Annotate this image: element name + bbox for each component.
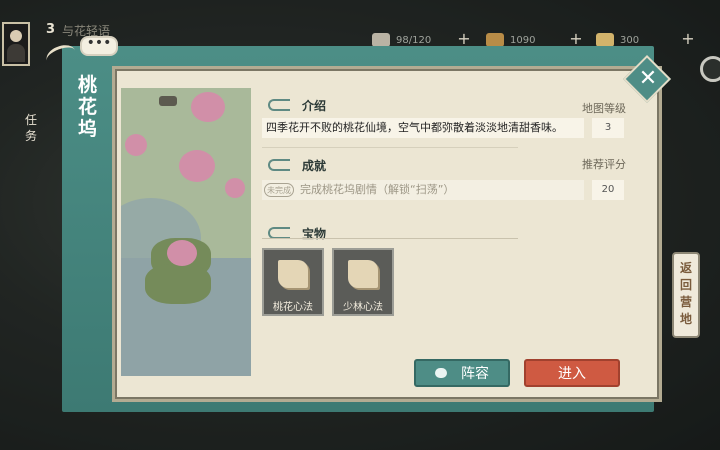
intro-header-label: 介绍	[302, 98, 327, 113]
recommend-score-label: 推荐评分	[582, 158, 626, 171]
resource-value: 1090	[510, 34, 536, 46]
section-ornament-icon	[268, 99, 290, 111]
player-avatar[interactable]	[2, 22, 30, 66]
map-peach-tree	[125, 134, 147, 156]
resource-value: 98/120	[396, 34, 432, 46]
goods-icon	[486, 33, 504, 47]
map-peach-tree	[179, 150, 215, 182]
achievement-row: 完成桃花坞剧情（解锁“扫荡”）	[262, 180, 584, 200]
achievement-header-label: 成就	[302, 158, 327, 173]
intro-section-header: 介绍	[268, 96, 396, 114]
enter-button[interactable]: 进入	[524, 359, 620, 387]
book-icon	[348, 260, 378, 288]
chat-bubble-icon[interactable]: •••	[80, 36, 118, 56]
map-island	[145, 264, 211, 304]
player-level: 3	[46, 22, 56, 37]
divider	[262, 238, 518, 239]
resource-value: 300	[620, 34, 640, 46]
team-icon	[435, 368, 447, 378]
map-level-label: 地图等级	[582, 102, 626, 115]
book-icon	[278, 260, 308, 288]
close-icon[interactable]: ✕	[638, 66, 658, 92]
task-side-char: 任	[24, 113, 37, 127]
treasure-name: 桃花心法	[273, 302, 313, 313]
achievement-section-header: 成就	[268, 156, 396, 174]
silver-icon	[372, 33, 390, 47]
recommend-score-value: 20	[592, 180, 624, 200]
map-level-value: 3	[592, 118, 624, 138]
map-cart	[159, 96, 177, 106]
team-button-label: 阵容	[461, 366, 489, 382]
return-camp-button[interactable]: 返回营地	[672, 252, 700, 338]
divider	[262, 147, 518, 148]
map-peach-tree	[167, 240, 197, 266]
achievement-status-badge: 未完成	[264, 183, 294, 197]
return-camp-label: 返回营地	[680, 261, 693, 326]
map-peach-tree	[225, 178, 245, 198]
add-gold-button[interactable]: +	[680, 31, 696, 48]
gold-icon	[596, 33, 614, 47]
settings-gear-icon[interactable]	[700, 56, 720, 82]
team-lineup-button[interactable]: 阵容	[414, 359, 510, 387]
treasure-card[interactable]: 少林心法	[332, 248, 394, 316]
task-side-button[interactable]: 任 务	[16, 112, 46, 144]
enter-button-label: 进入	[558, 366, 586, 382]
treasure-name: 少林心法	[343, 302, 383, 313]
map-peach-tree	[191, 92, 225, 122]
location-map-image	[121, 88, 251, 376]
location-title: 桃花坞	[78, 74, 98, 140]
treasure-section-header: 宝物	[268, 224, 376, 242]
task-side-char: 务	[24, 129, 37, 143]
treasure-card[interactable]: 桃花心法	[262, 248, 324, 316]
location-description: 四季花开不败的桃花仙境，空气中都弥散着淡淡地清甜香味。	[262, 118, 584, 138]
section-ornament-icon	[268, 159, 290, 171]
